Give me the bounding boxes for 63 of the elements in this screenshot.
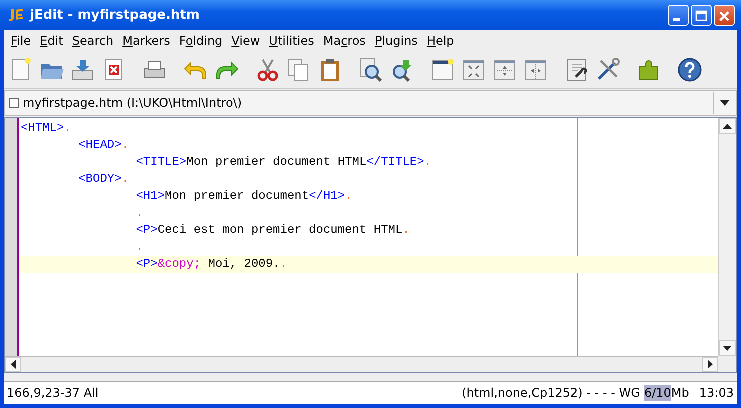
buffer-mode: (html,none,Cp1252) - - - - WG [461, 386, 640, 400]
menu-item[interactable]: Utilities [266, 34, 320, 48]
code-text: Mon premier document [165, 189, 310, 203]
end-of-line-marker: . [122, 138, 130, 152]
text-area[interactable]: <HTML>. <HEAD>. <TITLE>Mon premier document HTML</TITLE>. <BODY>. <H1>Mon premier document</H1>. . <P>Ceci est mon premier document HTML. . <P>&copy; Moi, 2009.. [19, 118, 718, 356]
close-button[interactable] [714, 4, 735, 26]
window-title: jEdit - myfirstpage.htm [30, 8, 201, 22]
left-arrow-icon [10, 360, 16, 369]
save-icon[interactable] [70, 57, 96, 83]
code-tag: <HEAD> [21, 138, 122, 152]
right-arrow-icon [708, 360, 712, 369]
scroll-up-button[interactable] [719, 118, 736, 134]
code-tag: </H1> [309, 189, 346, 203]
code-tag: <P> [21, 223, 158, 237]
vertical-scrollbar[interactable] [718, 118, 736, 356]
scroll-right-button[interactable] [702, 357, 718, 372]
code-tag: <H1> [21, 189, 166, 203]
code-text: Ceci est mon premier document HTML [158, 223, 403, 237]
code-tag: <P> [21, 257, 158, 271]
code-entity: &copy; [158, 257, 202, 271]
end-of-line-marker: . [424, 155, 432, 169]
scroll-left-button[interactable] [5, 357, 21, 372]
horizontal-scrollbar[interactable] [5, 356, 718, 372]
menu-item[interactable]: Help [424, 34, 460, 48]
end-of-line-marker: . [64, 121, 72, 135]
new-view-icon[interactable] [430, 57, 456, 83]
menu-item[interactable]: Macros [320, 34, 372, 48]
menu-item[interactable]: Search [69, 34, 120, 48]
menu-item[interactable]: Edit [37, 34, 70, 48]
help-icon[interactable] [677, 57, 703, 83]
app-logo-icon [8, 7, 24, 23]
scroll-down-button[interactable] [719, 340, 736, 356]
up-arrow-icon [723, 124, 732, 128]
file-status-icon [9, 98, 19, 108]
code-text: Moi, 2009. [207, 257, 280, 271]
menu-item[interactable]: Markers [120, 34, 176, 48]
memory-indicator[interactable]: 6/10Mb [644, 385, 690, 401]
buffer-switcher[interactable]: myfirstpage.htm (I:\UKO\Html\Intro\) [4, 90, 737, 116]
end-of-line-marker: . [402, 223, 410, 237]
menu-item[interactable]: File [8, 34, 38, 48]
end-of-line-marker: . [122, 172, 130, 186]
code-tag: <BODY> [21, 172, 122, 186]
code-text: Mon premier document HTML [186, 155, 367, 169]
caret-position: 166,9,23-37 All [7, 386, 99, 400]
minimize-button[interactable] [668, 4, 689, 26]
code-tag: </TITLE> [366, 155, 424, 169]
cut-icon[interactable] [255, 57, 281, 83]
menu-item[interactable]: View [228, 34, 266, 48]
menu-item[interactable]: Folding [176, 34, 229, 48]
minimize-icon [673, 18, 680, 20]
tools-icon[interactable] [595, 57, 621, 83]
maximize-button[interactable] [691, 4, 712, 26]
caret-icon [720, 100, 730, 106]
end-of-line-marker: . [135, 240, 144, 254]
clock: 13:03 [699, 386, 734, 400]
end-of-line-marker: . [345, 189, 352, 203]
menu-item[interactable]: Plugins [372, 34, 424, 48]
code-tag: <TITLE> [21, 155, 187, 169]
search-icon[interactable] [358, 57, 384, 83]
code-tag: <HTML> [21, 121, 64, 135]
down-arrow-icon [723, 346, 732, 350]
end-of-line-marker: . [135, 206, 144, 220]
end-of-line-marker: . [280, 257, 288, 271]
